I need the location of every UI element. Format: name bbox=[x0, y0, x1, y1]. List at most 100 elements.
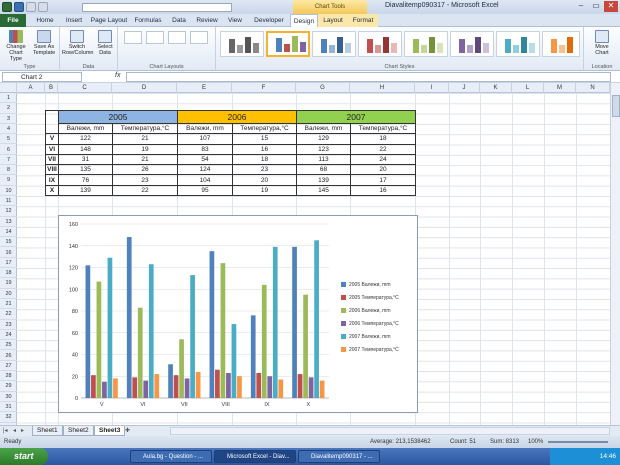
month-label[interactable]: VII bbox=[45, 153, 59, 166]
insert-sheet-icon[interactable]: ✚ bbox=[125, 427, 130, 434]
chart-style-4[interactable] bbox=[358, 31, 402, 57]
col-header-f[interactable]: F bbox=[232, 83, 296, 93]
redo-icon[interactable] bbox=[38, 2, 48, 12]
row-header[interactable]: 16 bbox=[0, 248, 17, 258]
col-header-c[interactable]: C bbox=[58, 83, 112, 93]
move-chart-button[interactable]: Move Chart bbox=[590, 30, 614, 56]
row-header[interactable]: 4 bbox=[0, 124, 17, 135]
prev-sheet-icon[interactable]: ◂ bbox=[13, 427, 16, 434]
tab-developer[interactable]: Developer bbox=[250, 14, 288, 27]
sub-header-temp[interactable]: Температура,°C bbox=[232, 122, 297, 135]
table-cell[interactable]: 95 bbox=[177, 184, 233, 197]
table-cell[interactable]: 145 bbox=[296, 184, 351, 197]
table-cell[interactable]: 113 bbox=[296, 153, 351, 166]
sheet-tab-3[interactable]: Sheet3 bbox=[94, 426, 126, 436]
table-cell[interactable]: 23 bbox=[112, 174, 178, 186]
chart-style-7[interactable] bbox=[496, 31, 540, 57]
month-label[interactable]: IX bbox=[45, 174, 59, 186]
table-cell[interactable]: 21 bbox=[112, 133, 178, 145]
month-label[interactable]: V bbox=[45, 133, 59, 145]
chart-style-3[interactable] bbox=[312, 31, 356, 57]
chart-style-5[interactable] bbox=[404, 31, 448, 57]
switch-row-column-button[interactable]: Switch Row/Column bbox=[62, 30, 93, 56]
col-header-g[interactable]: G bbox=[296, 83, 350, 93]
horizontal-scrollbar[interactable] bbox=[170, 427, 610, 435]
chart-style-2[interactable] bbox=[266, 31, 310, 57]
row-header[interactable]: 22 bbox=[0, 309, 17, 320]
row-header[interactable]: 19 bbox=[0, 278, 17, 289]
tab-view[interactable]: View bbox=[222, 14, 248, 27]
table-cell[interactable]: 19 bbox=[232, 184, 297, 197]
row-header[interactable]: 13 bbox=[0, 217, 17, 227]
chart-layout-1[interactable] bbox=[124, 31, 142, 44]
table-cell[interactable]: 139 bbox=[58, 184, 113, 197]
table-cell[interactable]: 139 bbox=[296, 174, 351, 186]
select-data-button[interactable]: Select Data bbox=[94, 30, 116, 56]
table-cell[interactable]: 148 bbox=[58, 143, 113, 155]
table-cell[interactable]: 16 bbox=[232, 143, 297, 155]
month-label[interactable]: VIII bbox=[45, 164, 59, 176]
row-header[interactable]: 26 bbox=[0, 351, 17, 361]
table-cell[interactable]: 83 bbox=[177, 143, 233, 155]
tab-review[interactable]: Review bbox=[192, 14, 222, 27]
year-header-2005[interactable]: 2005 bbox=[58, 110, 178, 124]
table-cell[interactable]: 15 bbox=[232, 133, 297, 145]
chart-style-6[interactable] bbox=[450, 31, 494, 57]
table-cell[interactable]: 19 bbox=[112, 143, 178, 155]
row-header[interactable]: 30 bbox=[0, 392, 17, 402]
row-header[interactable]: 14 bbox=[0, 227, 17, 238]
col-header-b[interactable]: B bbox=[45, 83, 58, 93]
table-cell[interactable]: 54 bbox=[177, 153, 233, 166]
row-header[interactable]: 2 bbox=[0, 103, 17, 114]
row-header[interactable]: 23 bbox=[0, 320, 17, 330]
change-chart-type-button[interactable]: Change Chart Type bbox=[3, 30, 29, 62]
col-header-m[interactable]: M bbox=[544, 83, 576, 93]
fx-icon[interactable]: fx bbox=[115, 72, 120, 79]
table-cell[interactable]: 124 bbox=[177, 164, 233, 176]
row-header[interactable]: 29 bbox=[0, 381, 17, 392]
sub-header-precip[interactable]: Валежи, mm bbox=[296, 122, 351, 135]
table-cell[interactable]: 17 bbox=[350, 174, 416, 186]
table-cell[interactable]: 104 bbox=[177, 174, 233, 186]
table-cell[interactable]: 16 bbox=[350, 184, 416, 197]
zoom-slider[interactable] bbox=[548, 441, 608, 443]
sub-header-precip[interactable]: Валежи, mm bbox=[177, 122, 233, 135]
row-header[interactable]: 11 bbox=[0, 196, 17, 207]
undo-icon[interactable] bbox=[26, 2, 36, 12]
col-header-i[interactable]: I bbox=[415, 83, 449, 93]
sub-header-temp[interactable]: Температура,°C bbox=[112, 122, 178, 135]
start-button[interactable]: start bbox=[0, 448, 48, 465]
row-header[interactable]: 5 bbox=[0, 134, 17, 145]
col-header-a[interactable]: A bbox=[17, 83, 45, 93]
row-header[interactable]: 18 bbox=[0, 268, 17, 279]
minimize-icon[interactable]: – bbox=[574, 1, 588, 12]
table-cell[interactable]: 20 bbox=[350, 164, 416, 176]
vertical-scrollbar[interactable] bbox=[610, 83, 620, 425]
tab-format[interactable]: Format bbox=[348, 14, 378, 27]
save-as-template-button[interactable]: Save As Template bbox=[31, 30, 57, 56]
tab-formulas[interactable]: Formulas bbox=[130, 14, 166, 27]
table-cell[interactable]: 24 bbox=[350, 153, 416, 166]
row-header[interactable]: 24 bbox=[0, 330, 17, 341]
table-cell[interactable]: 123 bbox=[296, 143, 351, 155]
table-cell[interactable]: 22 bbox=[112, 184, 178, 197]
table-cell[interactable]: 21 bbox=[112, 153, 178, 166]
col-header-j[interactable]: J bbox=[449, 83, 480, 93]
name-box[interactable]: Chart 2 bbox=[2, 72, 82, 82]
table-cell[interactable]: 18 bbox=[232, 153, 297, 166]
taskbar-item-excel-2[interactable]: Diavalitemp090317 - ... bbox=[298, 450, 380, 463]
row-header[interactable]: 27 bbox=[0, 361, 17, 372]
tab-home[interactable]: Home bbox=[30, 14, 60, 27]
chart-layout-4[interactable] bbox=[190, 31, 208, 44]
row-header[interactable]: 7 bbox=[0, 155, 17, 166]
table-corner-cell[interactable] bbox=[45, 109, 59, 135]
close-icon[interactable]: ✕ bbox=[604, 1, 618, 12]
row-header[interactable]: 17 bbox=[0, 258, 17, 269]
chart-layout-2[interactable] bbox=[146, 31, 164, 44]
row-header[interactable]: 31 bbox=[0, 402, 17, 413]
sheet-tab-1[interactable]: Sheet1 bbox=[32, 426, 63, 436]
month-label[interactable]: X bbox=[45, 184, 59, 197]
row-header[interactable]: 8 bbox=[0, 165, 17, 176]
col-header-k[interactable]: K bbox=[480, 83, 512, 93]
tab-file[interactable]: File bbox=[0, 14, 26, 27]
